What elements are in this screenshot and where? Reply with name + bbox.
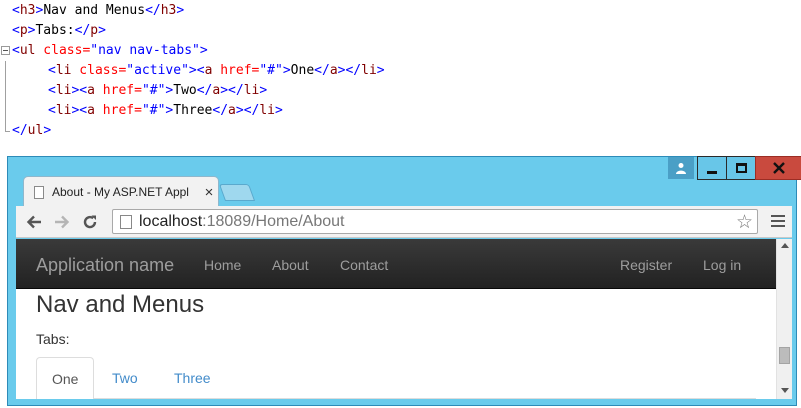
nav-about[interactable]: About (272, 257, 309, 273)
code-line-li-one: <li class="active"><a href="#">One</a></… (0, 61, 801, 81)
code-line-p: <p>Tabs:</p> (12, 23, 106, 38)
code-line-ul: <ul class="nav nav-tabs"> (0, 41, 801, 61)
minimize-button[interactable] (697, 156, 727, 180)
code-line-h3: <h3>Nav and Menus</h3> (12, 3, 185, 18)
vertical-scrollbar[interactable] (776, 239, 792, 399)
reload-icon (83, 215, 97, 229)
nav-contact[interactable]: Contact (340, 257, 388, 273)
star-icon[interactable]: ☆ (736, 211, 753, 234)
nav-login[interactable]: Log in (703, 257, 741, 273)
url-host: localhost (139, 212, 203, 230)
user-icon (676, 163, 686, 174)
forward-button[interactable] (52, 212, 72, 232)
browser-window: About - My ASP.NET Appl × localhost:1808… (7, 156, 801, 406)
forward-icon (55, 215, 70, 229)
browser-toolbar: localhost:18089/Home/About ☆ (16, 206, 792, 238)
tab-close-button[interactable]: × (200, 184, 218, 201)
user-button[interactable] (668, 157, 694, 179)
new-tab-button[interactable] (218, 184, 256, 201)
document-icon (34, 185, 44, 199)
nav-home[interactable]: Home (204, 257, 241, 273)
code-line-li-two: <li><a href="#">Two</a></li> (0, 81, 801, 101)
scroll-up-icon[interactable] (781, 243, 789, 248)
page-content: Nav and Menus Tabs: One Two Three (36, 291, 756, 399)
address-bar[interactable]: localhost:18089/Home/About ☆ (112, 209, 758, 234)
maximize-icon (735, 163, 747, 173)
tab-two[interactable]: Two (97, 357, 153, 399)
page-icon (120, 215, 132, 229)
tabs-label: Tabs: (36, 331, 70, 347)
window-controls (697, 156, 801, 180)
browser-tab[interactable]: About - My ASP.NET Appl × (23, 176, 219, 207)
close-icon (773, 162, 785, 174)
maximize-button[interactable] (726, 156, 756, 180)
navbar-brand[interactable]: Application name (36, 255, 174, 276)
back-icon (26, 215, 41, 229)
site-navbar: Application name Home About Contact Regi… (16, 239, 776, 289)
code-editor: <h3>Nav and Menus</h3> <p>Tabs:</p> <ul … (0, 0, 801, 150)
page-viewport: Application name Home About Contact Regi… (16, 239, 792, 399)
scroll-down-icon[interactable] (781, 388, 789, 393)
close-window-button[interactable] (755, 156, 801, 180)
minimize-icon (707, 170, 717, 174)
page-heading: Nav and Menus (36, 291, 205, 318)
nav-register[interactable]: Register (620, 257, 672, 273)
code-line-ul-close: </ul> (0, 121, 801, 141)
tab-three[interactable]: Three (159, 357, 226, 399)
nav-tabs: One Two Three (36, 357, 756, 399)
reload-button[interactable] (80, 212, 100, 232)
fold-toggle-icon[interactable] (1, 46, 10, 55)
tab-title: About - My ASP.NET Appl (52, 185, 189, 199)
url-path: :18089/Home/About (202, 212, 345, 230)
back-button[interactable] (24, 212, 44, 232)
scroll-thumb[interactable] (779, 347, 790, 364)
tab-one[interactable]: One (36, 357, 95, 399)
code-line-li-three: <li><a href="#">Three</a></li> (0, 101, 801, 121)
menu-icon[interactable] (771, 214, 785, 228)
